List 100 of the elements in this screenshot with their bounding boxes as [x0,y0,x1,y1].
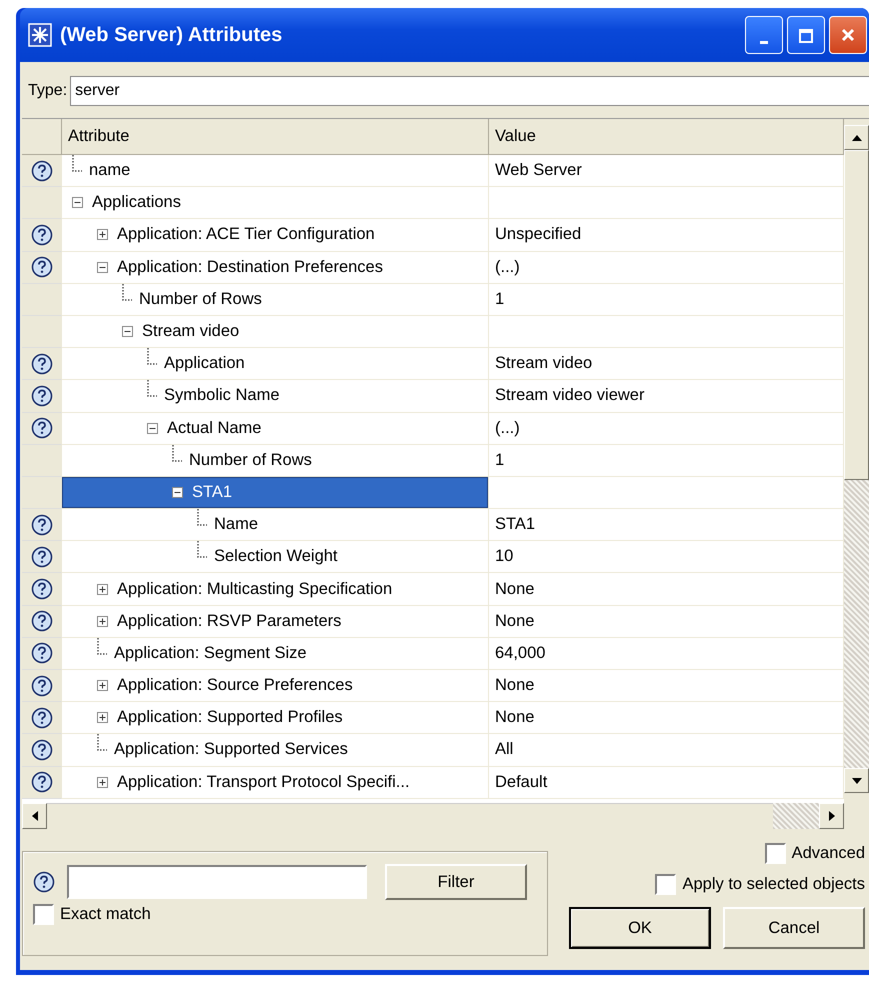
attribute-name[interactable]: Application: RSVP Parameters [114,612,344,631]
scroll-down-button[interactable] [844,768,869,793]
up-arrow-icon [852,134,862,140]
checkbox[interactable] [33,904,54,925]
cancel-button[interactable]: Cancel [723,907,865,949]
attribute-name[interactable]: Application: Supported Services [111,740,351,760]
help-icon[interactable] [30,224,52,246]
scrollbar-thumb[interactable] [844,150,869,480]
scroll-up-button[interactable] [844,125,869,150]
value-cell[interactable]: None [489,702,844,734]
checkbox-label: Advanced [792,844,865,863]
attribute-name[interactable]: Application: Destination Preferences [114,258,386,277]
tree-line [197,541,207,558]
checkbox[interactable] [764,843,786,864]
tree-line [147,380,157,398]
value-cell[interactable]: STA1 [489,509,844,542]
help-icon[interactable] [30,578,52,600]
value-cell[interactable]: Default [489,766,844,799]
attribute-name[interactable]: Stream video [139,322,242,342]
value-cell[interactable]: None [489,670,844,702]
attribute-name[interactable]: Name [211,515,262,534]
value-cell[interactable]: 1 [489,284,844,316]
attribute-name[interactable]: Number of Rows [186,450,315,470]
filter-button[interactable]: Filter [385,864,527,900]
attribute-name[interactable]: Application: Supported Profiles [114,708,346,728]
expand-icon[interactable] [97,584,108,595]
expand-icon[interactable] [97,712,108,724]
attribute-name[interactable]: Actual Name [164,418,264,438]
maximize-button[interactable] [787,16,825,54]
help-icon[interactable] [30,384,52,407]
value-cell[interactable]: (...) [489,412,844,445]
help-icon[interactable] [30,514,52,536]
collapse-icon[interactable] [122,326,133,338]
scrollbar-thumb[interactable] [773,803,819,829]
collapse-icon[interactable] [97,262,108,273]
window-title: (Web Server) Attributes [60,24,284,46]
value-cell[interactable]: All [489,734,844,767]
checkbox[interactable] [655,874,676,895]
help-icon[interactable] [30,160,52,182]
attribute-name[interactable]: Symbolic Name [161,386,283,406]
attribute-name[interactable]: Applications [89,193,184,212]
help-icon[interactable] [30,642,52,664]
value-cell[interactable]: 1 [489,444,844,477]
value-cell[interactable]: None [489,573,844,606]
value-cell[interactable]: Unspecified [489,219,844,252]
attribute-name[interactable]: Application: Multicasting Specification [114,580,396,599]
value-cell[interactable] [489,316,844,348]
attribute-name[interactable]: Selection Weight [211,547,341,566]
minimize-button[interactable] [745,16,783,54]
expand-icon[interactable] [97,680,108,692]
attribute-name[interactable]: Number of Rows [136,290,265,309]
value-cell[interactable]: Stream video [489,348,844,380]
attribute-name[interactable]: Application: ACE Tier Configuration [114,225,378,244]
scroll-left-button[interactable] [22,803,47,829]
help-icon[interactable] [30,352,52,375]
value-cell[interactable]: None [489,606,844,638]
value-cell[interactable]: 64,000 [489,638,844,670]
help-icon[interactable] [30,610,52,632]
value-cell[interactable]: Stream video viewer [489,380,844,412]
minimize-icon [760,41,768,44]
expand-icon[interactable] [97,229,108,240]
ok-button[interactable]: OK [569,907,711,949]
close-button[interactable] [829,16,867,54]
tree-line [147,348,157,366]
type-field[interactable]: server [70,76,869,106]
help-icon[interactable] [30,706,52,729]
help-icon[interactable] [30,674,52,697]
type-label: Type: [28,82,68,100]
help-icon[interactable] [30,738,52,761]
value-cell[interactable]: (...) [489,252,844,284]
expand-icon[interactable] [97,616,108,627]
tree-line [97,638,107,655]
collapse-icon[interactable] [72,197,83,208]
column-header[interactable]: Attribute [62,119,489,155]
help-icon[interactable] [30,546,52,568]
help-icon[interactable] [33,871,55,893]
tree-line [97,734,107,752]
value-cell[interactable]: Web Server [489,155,844,188]
help-icon[interactable] [30,417,52,440]
attribute-name[interactable]: Application: Segment Size [111,644,310,663]
value-cell[interactable] [489,187,844,220]
right-arrow-icon [828,811,834,821]
help-icon[interactable] [30,771,52,794]
scroll-right-button[interactable] [819,803,844,829]
filter-field[interactable] [67,865,367,899]
expand-icon[interactable] [97,776,108,788]
collapse-icon[interactable] [147,422,158,434]
value-cell[interactable]: 10 [489,541,844,574]
value-cell[interactable] [489,476,844,510]
attribute-name[interactable]: Application: Transport Protocol Specifi... [114,772,413,792]
help-icon[interactable] [30,256,52,278]
attribute-name[interactable]: Application: Source Preferences [114,676,356,696]
collapse-icon[interactable] [172,486,183,498]
attribute-name[interactable]: STA1 [189,482,236,502]
checkbox-label: Apply to selected objects [682,875,865,894]
attribute-name[interactable]: name [86,161,134,180]
tree-line [122,284,132,301]
column-header[interactable]: Value [489,119,844,155]
tree-line [197,509,207,526]
attribute-name[interactable]: Application [161,354,248,374]
